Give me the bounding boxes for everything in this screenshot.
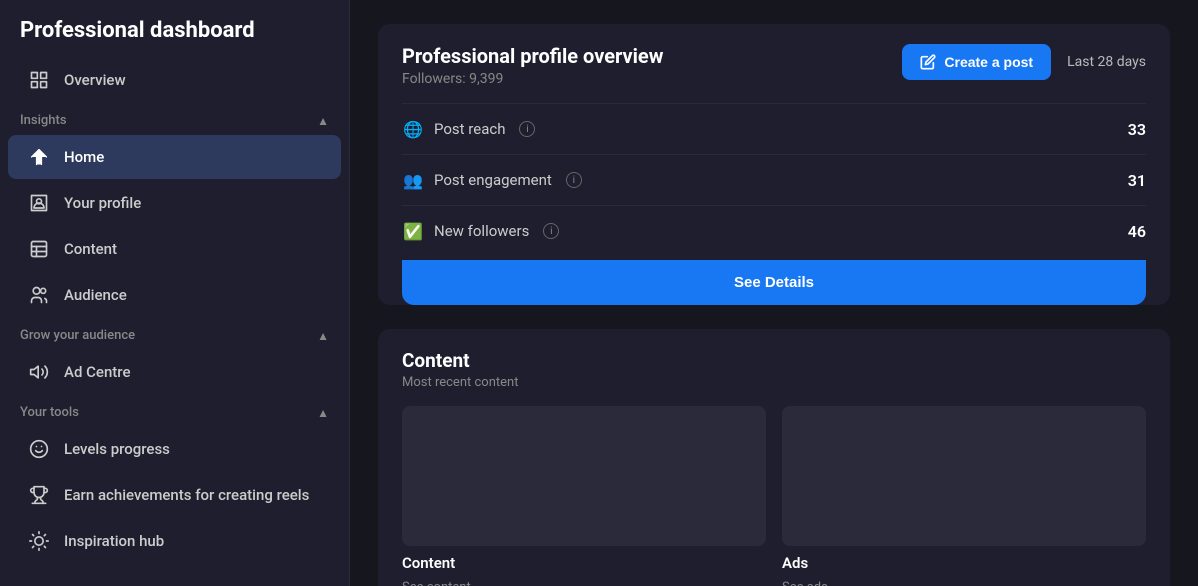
post-engagement-icon: 👥: [402, 169, 424, 191]
insights-section-label: Insights ▲: [0, 103, 349, 134]
post-engagement-info-icon[interactable]: i: [566, 172, 582, 188]
metric-post-reach-label: Post reach: [434, 120, 505, 138]
sidebar-item-home-label: Home: [64, 148, 104, 166]
sidebar-item-overview[interactable]: Overview: [8, 58, 341, 102]
content-cards: Content See content Ads See ads: [402, 406, 1146, 586]
insights-chevron-icon: ▲: [317, 114, 329, 128]
sidebar-item-audience[interactable]: Audience: [8, 273, 341, 317]
content-section: Content Most recent content Content See …: [378, 329, 1170, 586]
profile-overview-header: Professional profile overview Followers:…: [402, 44, 1146, 87]
content-card-ads[interactable]: Ads See ads: [782, 406, 1146, 586]
new-followers-icon: ✅: [402, 220, 424, 242]
profile-overview-card: Professional profile overview Followers:…: [378, 24, 1170, 305]
audience-icon: [28, 284, 50, 306]
content-card-title: Content: [402, 554, 766, 572]
metric-post-reach-value: 33: [1128, 120, 1146, 139]
levels-progress-icon: [28, 438, 50, 460]
ad-centre-icon: [28, 361, 50, 383]
your-tools-chevron-icon: ▲: [317, 406, 329, 420]
metric-new-followers: ✅ New followers i 46: [402, 205, 1146, 256]
profile-overview-subtitle: Followers: 9,399: [402, 71, 663, 87]
content-section-title: Content: [402, 349, 1146, 372]
metric-post-engagement-label: Post engagement: [434, 171, 552, 189]
create-post-button[interactable]: Create a post: [902, 44, 1051, 80]
sidebar-item-levels-progress-label: Levels progress: [64, 440, 170, 458]
metric-post-reach: 🌐 Post reach i 33: [402, 103, 1146, 154]
content-card-subtitle: See content: [402, 580, 766, 586]
earn-achievements-icon: [28, 484, 50, 506]
sidebar-item-inspiration-hub-label: Inspiration hub: [64, 532, 164, 550]
sidebar-item-ad-centre-label: Ad Centre: [64, 363, 131, 381]
sidebar-item-earn-achievements-label: Earn achievements for creating reels: [64, 486, 309, 504]
metric-post-engagement-left: 👥 Post engagement i: [402, 169, 582, 191]
sidebar: Professional dashboard Overview Insights…: [0, 0, 350, 586]
sidebar-item-ad-centre[interactable]: Ad Centre: [8, 350, 341, 394]
grow-chevron-icon: ▲: [317, 329, 329, 343]
new-followers-info-icon[interactable]: i: [543, 223, 559, 239]
metric-post-engagement-value: 31: [1128, 171, 1146, 190]
sidebar-item-audience-label: Audience: [64, 286, 127, 304]
main-content: Professional profile overview Followers:…: [350, 0, 1198, 586]
post-reach-info-icon[interactable]: i: [519, 121, 535, 137]
your-profile-icon: [28, 192, 50, 214]
content-thumbnail: [402, 406, 766, 546]
grow-section-label: Grow your audience ▲: [0, 318, 349, 349]
sidebar-item-overview-label: Overview: [64, 71, 126, 89]
sidebar-title: Professional dashboard: [0, 0, 349, 57]
inspiration-hub-icon: [28, 530, 50, 552]
overview-icon: [28, 69, 50, 91]
metric-new-followers-value: 46: [1128, 222, 1146, 241]
create-post-icon: [920, 54, 936, 70]
profile-overview-info: Professional profile overview Followers:…: [402, 44, 663, 87]
your-tools-section-label: Your tools ▲: [0, 395, 349, 426]
sidebar-item-earn-achievements[interactable]: Earn achievements for creating reels: [8, 473, 341, 517]
content-card-content[interactable]: Content See content: [402, 406, 766, 586]
content-section-subtitle: Most recent content: [402, 375, 1146, 390]
sidebar-item-your-profile-label: Your profile: [64, 194, 141, 212]
metric-post-engagement: 👥 Post engagement i 31: [402, 154, 1146, 205]
sidebar-item-content-label: Content: [64, 240, 117, 258]
metric-post-reach-left: 🌐 Post reach i: [402, 118, 535, 140]
post-reach-icon: 🌐: [402, 118, 424, 140]
sidebar-item-content[interactable]: Content: [8, 227, 341, 271]
profile-overview-title: Professional profile overview: [402, 44, 663, 68]
last-days-label: Last 28 days: [1067, 54, 1146, 70]
ads-card-subtitle: See ads: [782, 580, 1146, 586]
metric-new-followers-label: New followers: [434, 222, 529, 240]
ads-thumbnail: [782, 406, 1146, 546]
ads-card-title: Ads: [782, 554, 1146, 572]
metric-new-followers-left: ✅ New followers i: [402, 220, 559, 242]
profile-overview-actions: Create a post Last 28 days: [902, 44, 1146, 80]
home-icon: [28, 146, 50, 168]
sidebar-item-your-profile[interactable]: Your profile: [8, 181, 341, 225]
see-details-button[interactable]: See Details: [402, 260, 1146, 305]
sidebar-item-levels-progress[interactable]: Levels progress: [8, 427, 341, 471]
sidebar-item-home[interactable]: Home: [8, 135, 341, 179]
content-icon: [28, 238, 50, 260]
sidebar-item-inspiration-hub[interactable]: Inspiration hub: [8, 519, 341, 563]
